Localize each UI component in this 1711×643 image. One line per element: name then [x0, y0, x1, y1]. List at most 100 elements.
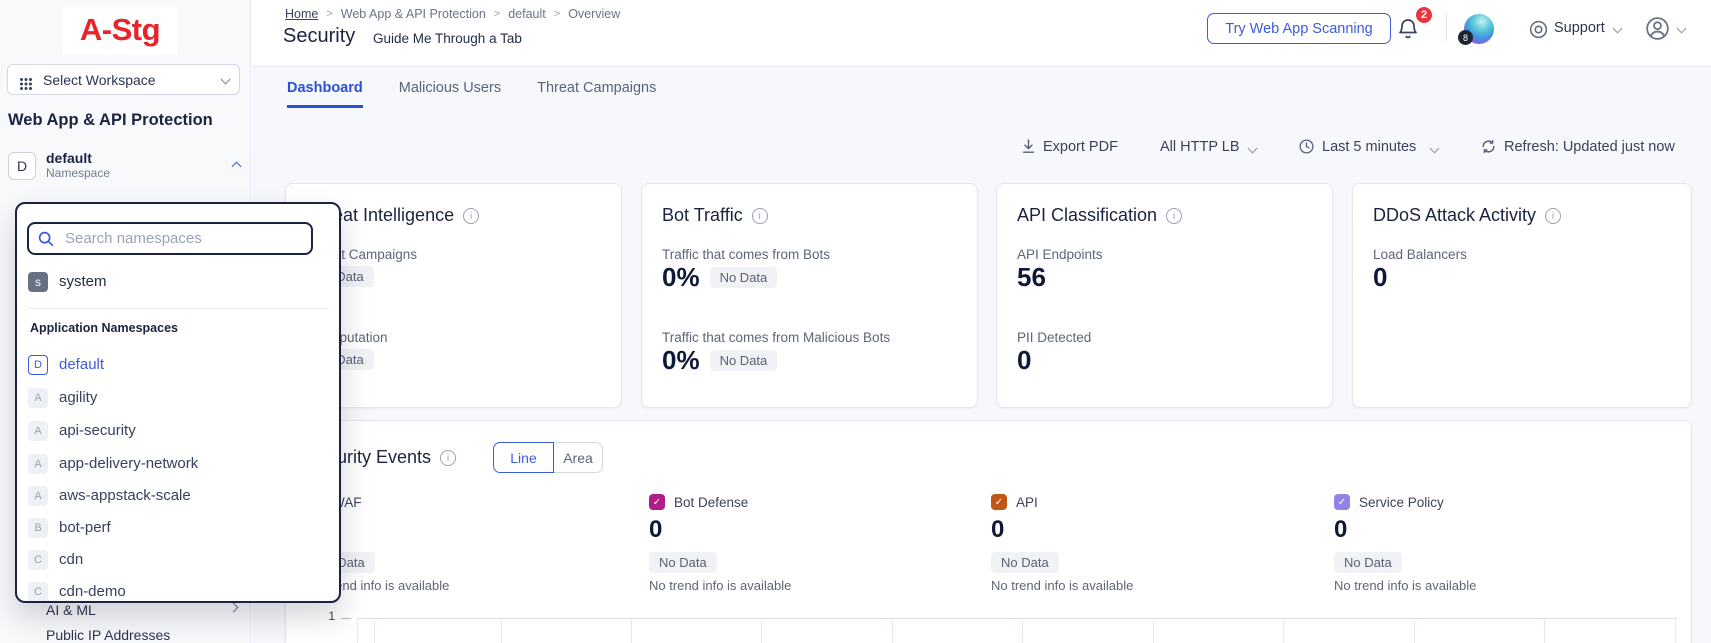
toggle-line[interactable]: Line	[493, 442, 554, 473]
legend-service-policy: Service Policy 0 No Data No trend info i…	[1334, 494, 1634, 510]
card-title: API Classification	[1017, 205, 1157, 226]
checkbox-bot-defense[interactable]	[649, 494, 665, 510]
gridline-vertical	[374, 618, 375, 643]
support-ring-icon	[1528, 19, 1549, 45]
search-input[interactable]	[27, 222, 313, 255]
metric-value: 0%	[662, 262, 700, 293]
chevron-right-icon	[229, 603, 239, 613]
gridline-vertical	[1283, 618, 1284, 643]
namespace-selector-name[interactable]: default	[46, 150, 92, 166]
legend-value: 0	[649, 516, 662, 544]
bot-traffic-card: Bot Traffic Traffic that comes from Bots…	[641, 183, 978, 408]
gridline-vertical	[501, 618, 502, 643]
search-icon	[37, 230, 55, 253]
lb-filter-dropdown[interactable]: All HTTP LB	[1160, 139, 1240, 155]
info-icon[interactable]	[1166, 208, 1182, 224]
guide-me-link[interactable]: Guide Me Through a Tab	[373, 31, 522, 46]
breadcrumb-waap[interactable]: Web App & API Protection	[341, 7, 486, 21]
namespace-dropdown: s system Application Namespaces D defaul…	[15, 202, 341, 603]
breadcrumb-overview: Overview	[568, 7, 620, 21]
namespace-initial-badge: C	[28, 550, 48, 570]
legend-waf: WAF 0 No Data No trend info is available	[307, 494, 607, 510]
security-dashboard-screen: A-Stg Select Workspace Web App & API Pro…	[0, 0, 1711, 643]
namespace-initial-badge: B	[28, 518, 48, 538]
chevron-down-icon	[221, 75, 231, 85]
breadcrumb-default[interactable]: default	[508, 7, 546, 21]
dropdown-item-agility[interactable]: A agility	[17, 384, 339, 412]
divider	[27, 308, 329, 309]
dropdown-item-app-delivery-network[interactable]: A app-delivery-network	[17, 450, 339, 478]
namespace-initial-badge: C	[28, 582, 48, 602]
dropdown-item-cdn[interactable]: C cdn	[17, 546, 339, 574]
dropdown-item-cdn-demo[interactable]: C cdn-demo	[17, 578, 339, 603]
breadcrumb-separator: >	[554, 8, 560, 20]
gridline-vertical	[1544, 618, 1545, 643]
legend-label: Bot Defense	[674, 495, 748, 510]
brand-logo: A-Stg	[0, 12, 240, 48]
workspace-selector-label: Select Workspace	[43, 72, 212, 88]
dropdown-item-api-security[interactable]: A api-security	[17, 417, 339, 445]
legend-label: API	[1016, 495, 1038, 510]
support-menu[interactable]: Support	[1554, 20, 1605, 36]
dropdown-section-header: Application Namespaces	[30, 321, 178, 335]
metric-value: 0	[1373, 262, 1387, 293]
dropdown-item-default[interactable]: D default	[17, 351, 339, 379]
ddos-attack-activity-card: DDoS Attack Activity Load Balancers 0	[1352, 183, 1692, 408]
gridline-vertical	[357, 618, 358, 643]
grid-icon	[20, 78, 23, 81]
tab-threat-campaigns[interactable]: Threat Campaigns	[537, 80, 656, 108]
sidebar-section-title: Web App & API Protection	[8, 111, 213, 130]
refresh-icon	[1480, 138, 1497, 160]
namespace-initial-badge: D	[8, 152, 36, 180]
header-divider	[1446, 14, 1447, 41]
info-icon[interactable]	[752, 208, 768, 224]
checkbox-api[interactable]	[991, 494, 1007, 510]
page-title: Security	[283, 25, 355, 48]
checkbox-service-policy[interactable]	[1334, 494, 1350, 510]
info-icon[interactable]	[1545, 208, 1561, 224]
try-web-app-scanning-button[interactable]: Try Web App Scanning	[1207, 13, 1391, 44]
time-range-dropdown[interactable]: Last 5 minutes	[1322, 139, 1416, 155]
sidebar-item-public-ip-addresses[interactable]: Public IP Addresses	[46, 627, 170, 643]
chevron-down-icon	[1677, 24, 1687, 34]
toggle-area[interactable]: Area	[554, 442, 603, 473]
card-title: Bot Traffic	[662, 205, 743, 226]
metric-label: PII Detected	[1017, 330, 1091, 345]
workspace-selector[interactable]: Select Workspace	[7, 64, 240, 95]
gridline-vertical	[1675, 618, 1676, 643]
namespace-initial-badge: A	[28, 454, 48, 474]
info-icon[interactable]	[440, 450, 456, 466]
no-data-badge: No Data	[991, 552, 1059, 573]
legend-value: 0	[991, 516, 1004, 544]
no-data-badge: No Data	[1334, 552, 1402, 573]
dropdown-item-system[interactable]: system	[59, 273, 107, 290]
breadcrumb-separator: >	[494, 8, 500, 20]
breadcrumb-home[interactable]: Home	[285, 7, 318, 21]
y-axis-tick-label: 1	[319, 609, 335, 623]
tab-dashboard[interactable]: Dashboard	[287, 80, 363, 108]
legend-api: API 0 No Data No trend info is available	[991, 494, 1291, 510]
dropdown-item-aws-appstack-scale[interactable]: A aws-appstack-scale	[17, 482, 339, 510]
legend-note: No trend info is available	[649, 578, 791, 593]
gridline-vertical	[1414, 618, 1415, 643]
namespace-initial-badge: s	[28, 272, 48, 292]
account-icon[interactable]	[1644, 15, 1671, 47]
tab-malicious-users[interactable]: Malicious Users	[399, 80, 501, 108]
metric-value: 0%	[662, 345, 700, 376]
gridline-vertical	[1022, 618, 1023, 643]
gridline-vertical	[892, 618, 893, 643]
info-icon[interactable]	[463, 208, 479, 224]
gridline-vertical	[631, 618, 632, 643]
avatar-count-badge: 8	[1458, 30, 1473, 45]
refresh-status[interactable]: Refresh: Updated just now	[1504, 139, 1675, 155]
chevron-up-icon[interactable]	[232, 162, 242, 172]
namespace-initial-badge: D	[28, 355, 48, 375]
legend-note: No trend info is available	[991, 578, 1133, 593]
dropdown-item-bot-perf[interactable]: B bot-perf	[17, 514, 339, 542]
export-pdf-button[interactable]: Export PDF	[1043, 139, 1118, 155]
download-icon	[1020, 138, 1037, 160]
sidebar-item-ai-ml[interactable]: AI & ML	[46, 602, 96, 618]
legend-note: No trend info is available	[1334, 578, 1476, 593]
metric-label: API Endpoints	[1017, 247, 1103, 262]
security-events-card: Security Events Line Area WAF 0 No Data …	[285, 420, 1692, 643]
